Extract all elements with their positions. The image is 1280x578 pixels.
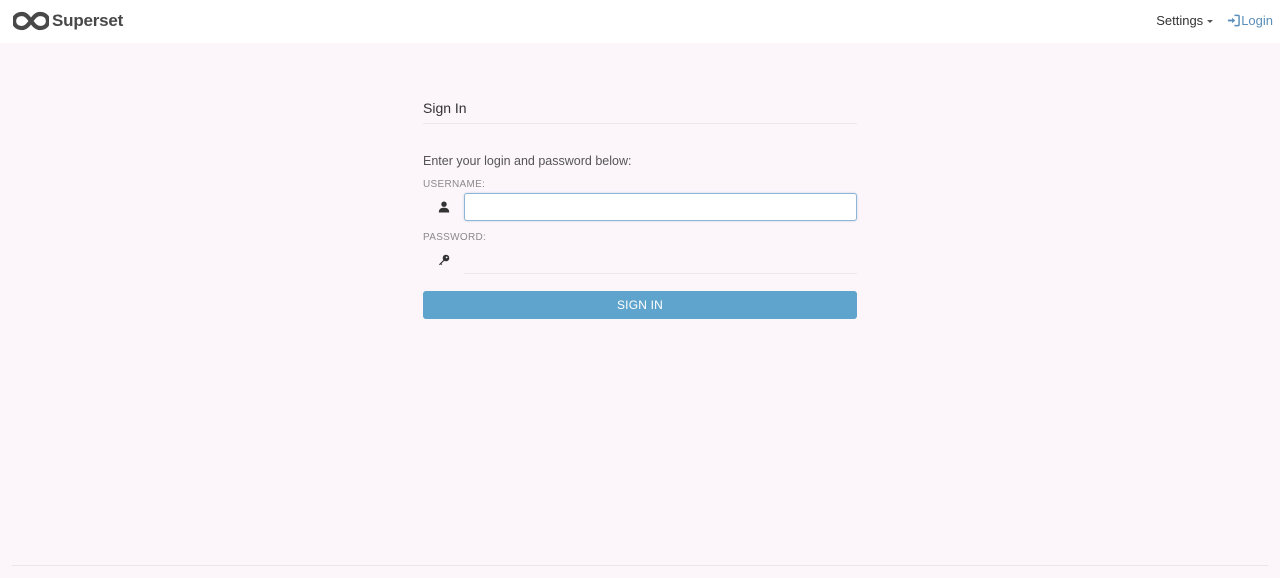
sign-in-button[interactable]: SIGN IN (423, 291, 857, 319)
password-input[interactable] (464, 246, 857, 274)
username-input[interactable] (464, 193, 857, 221)
top-navbar: Superset Settings Login (0, 0, 1280, 43)
settings-label: Settings (1156, 13, 1204, 28)
brand-name: Superset (52, 11, 124, 30)
user-icon (438, 201, 449, 213)
username-addon (423, 193, 464, 221)
login-label: Login (1241, 13, 1273, 28)
key-icon (438, 254, 449, 266)
brand-link[interactable]: Superset (13, 9, 123, 33)
superset-logo-icon (13, 11, 49, 31)
sign-in-icon (1228, 14, 1241, 27)
password-addon (423, 246, 464, 274)
footer-divider (12, 565, 1268, 566)
caret-down-icon (1207, 20, 1214, 23)
sign-in-panel: Sign In Enter your login and password be… (423, 87, 857, 319)
username-label: USERNAME: (423, 179, 486, 190)
navbar-right: Settings Login (1156, 13, 1273, 28)
settings-menu[interactable]: Settings (1156, 13, 1214, 28)
login-instructions: Enter your login and password below: (423, 154, 632, 168)
login-link[interactable]: Login (1227, 13, 1273, 28)
password-label: PASSWORD: (423, 232, 487, 243)
password-group (423, 246, 857, 274)
username-group (423, 193, 857, 221)
panel-title: Sign In (423, 87, 857, 124)
